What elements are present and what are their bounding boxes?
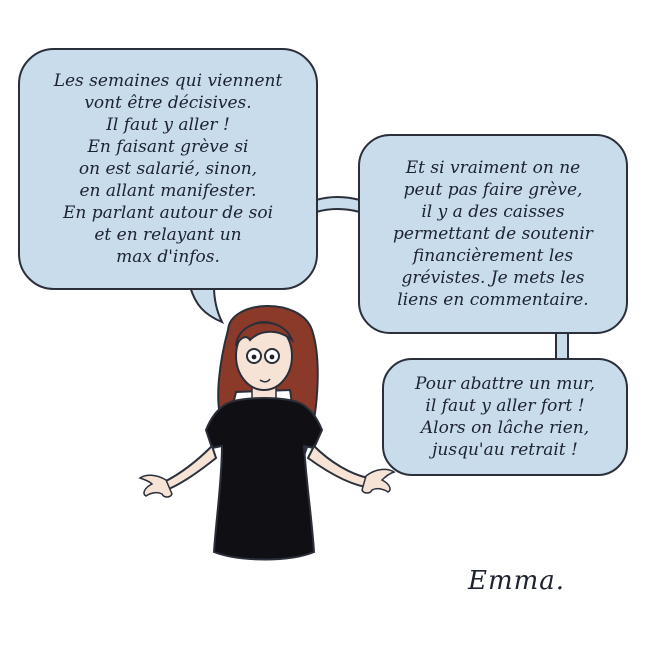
pupil-right (269, 354, 275, 360)
author-signature: Emma. (468, 566, 566, 596)
comic-panel: Les semaines qui viennent vont être déci… (0, 0, 656, 656)
character-illustration (138, 305, 396, 561)
hand-right (361, 468, 396, 494)
pupil-left (251, 354, 257, 360)
arm-right (306, 444, 374, 490)
hand-left (138, 474, 173, 498)
shirt (204, 397, 324, 561)
